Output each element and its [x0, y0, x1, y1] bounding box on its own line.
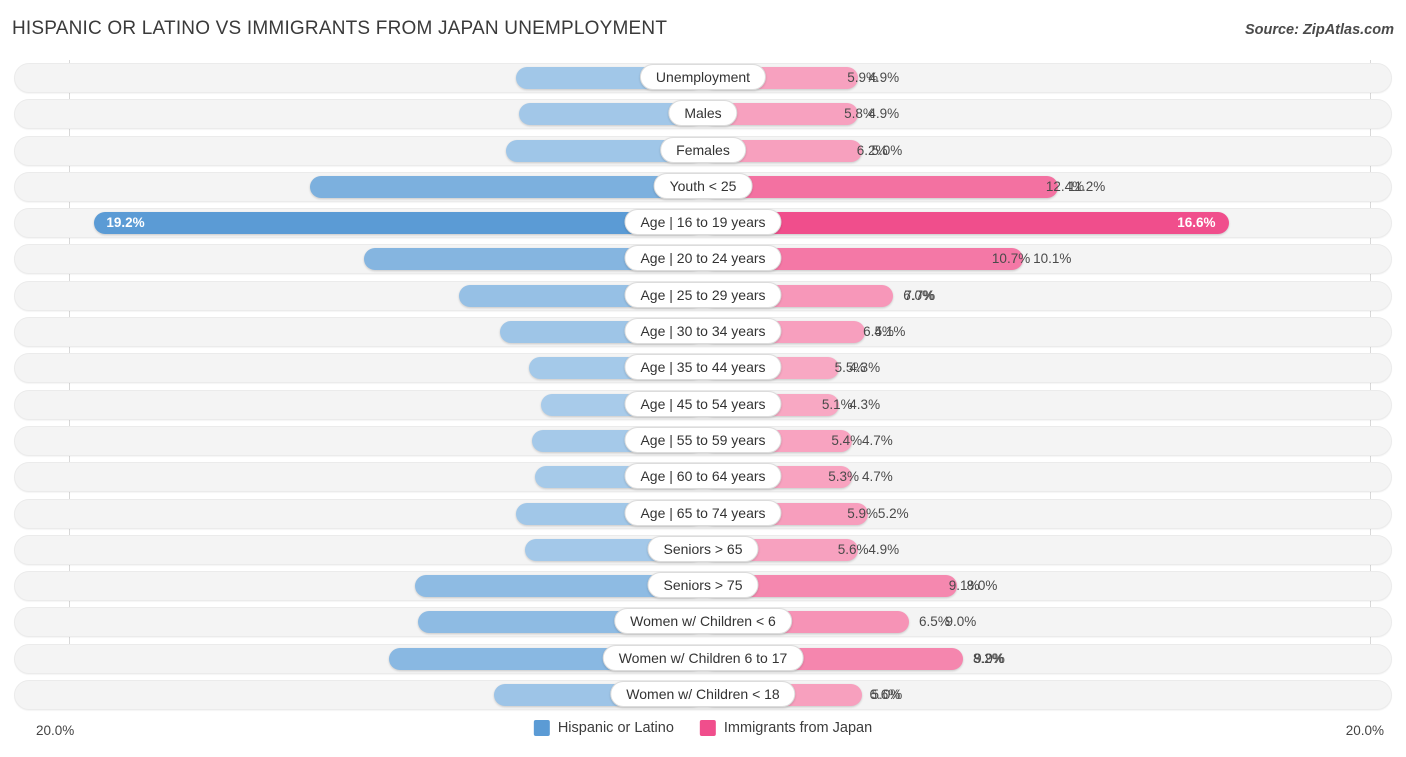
legend-swatch-icon-right	[700, 720, 716, 736]
bar-immigrants-from-japan[interactable]	[703, 212, 1229, 234]
bar-value-left: 10.7%	[992, 250, 1030, 268]
bar-value-left: 9.0%	[946, 613, 977, 631]
bar-value-right: 6.5%	[919, 613, 950, 631]
bar-immigrants-from-japan[interactable]	[703, 176, 1058, 198]
bar-value-right: 4.3%	[849, 359, 880, 377]
bar-value-right: 10.1%	[1033, 250, 1071, 268]
bar-value-left: 5.4%	[831, 432, 862, 450]
row-label: Youth < 25	[654, 173, 753, 199]
bar-hispanic-or-latino[interactable]	[94, 212, 703, 234]
chart-row: 5.9%4.9%Unemployment	[0, 60, 1406, 96]
bar-value-right: 5.2%	[878, 505, 909, 523]
bar-value-left: 19.2%	[106, 214, 144, 232]
bar-value-right: 16.6%	[1177, 214, 1215, 232]
row-label: Seniors > 65	[648, 536, 759, 562]
chart-plot-area: 5.9%4.9%Unemployment5.8%4.9%Males6.2%5.0…	[0, 60, 1406, 718]
chart-rows: 5.9%4.9%Unemployment5.8%4.9%Males6.2%5.0…	[0, 60, 1406, 713]
chart-row: 7.7%6.0%Age | 25 to 29 years	[0, 278, 1406, 314]
bar-value-left: 5.3%	[828, 468, 859, 486]
legend-label-left: Hispanic or Latino	[558, 720, 674, 736]
chart-row: 5.4%4.7% Age | 55 to 59 years	[0, 423, 1406, 459]
bar-value-right: 5.1%	[875, 323, 906, 341]
row-label: Women w/ Children 6 to 17	[603, 645, 804, 671]
chart-row: 5.5%4.3%Age | 35 to 44 years	[0, 350, 1406, 386]
page-title: HISPANIC OR LATINO VS IMMIGRANTS FROM JA…	[12, 18, 667, 40]
chart-row: 5.1%4.3% Age | 45 to 54 years	[0, 387, 1406, 423]
row-label: Age | 65 to 74 years	[624, 500, 781, 526]
chart-page: HISPANIC OR LATINO VS IMMIGRANTS FROM JA…	[0, 0, 1406, 757]
row-label: Age | 55 to 59 years	[624, 427, 781, 453]
bar-value-right: 8.0%	[967, 577, 998, 595]
row-label: Males	[668, 100, 737, 126]
bar-value-right: 5.0%	[872, 142, 903, 160]
legend-item-hispanic-or-latino[interactable]: Hispanic or Latino	[534, 720, 674, 736]
chart-footer: 20.0% 20.0% Hispanic or Latino Immigrant…	[0, 717, 1406, 751]
bar-value-right: 5.0%	[872, 686, 903, 704]
chart-row: 9.9%8.2%Women w/ Children 6 to 17	[0, 641, 1406, 677]
row-label: Age | 16 to 19 years	[624, 209, 781, 235]
chart-legend: Hispanic or Latino Immigrants from Japan	[534, 720, 872, 736]
bar-value-right: 4.9%	[868, 105, 899, 123]
chart-row: 5.3%4.7% Age | 60 to 64 years	[0, 459, 1406, 495]
bar-value-left: 5.9%	[847, 505, 878, 523]
row-label: Age | 60 to 64 years	[624, 463, 781, 489]
bar-value-left: 5.1%	[822, 396, 853, 414]
bar-hispanic-or-latino[interactable]	[310, 176, 703, 198]
bar-value-right: 8.2%	[973, 650, 1004, 668]
chart-row: 5.6%4.9% Seniors > 65	[0, 532, 1406, 568]
row-label: Age | 20 to 24 years	[624, 245, 781, 271]
bar-value-right: 4.3%	[849, 396, 880, 414]
chart-row: 10.7%10.1% Age | 20 to 24 years	[0, 241, 1406, 277]
axis-max-right: 20.0%	[1346, 723, 1384, 738]
chart-row: 9.1%8.0%Seniors > 75	[0, 568, 1406, 604]
bar-value-left: 5.6%	[838, 541, 869, 559]
bar-value-right: 4.7%	[862, 468, 893, 486]
bar-value-right: 11.2%	[1068, 178, 1105, 196]
source-attribution: Source: ZipAtlas.com	[1245, 22, 1394, 38]
legend-label-right: Immigrants from Japan	[724, 720, 872, 736]
chart-row: 5.9%5.2% Age | 65 to 74 years	[0, 496, 1406, 532]
bar-value-right: 4.7%	[862, 432, 893, 450]
axis-max-left: 20.0%	[36, 723, 74, 738]
chart-row: 5.8%4.9%Males	[0, 96, 1406, 132]
chart-row: 12.4%11.2%Youth < 25	[0, 169, 1406, 205]
row-label: Seniors > 75	[648, 572, 759, 598]
row-label: Women w/ Children < 6	[614, 608, 792, 634]
row-label: Age | 30 to 34 years	[624, 318, 781, 344]
chart-row: 6.4%5.1%Age | 30 to 34 years	[0, 314, 1406, 350]
chart-row: 9.0%6.5% Women w/ Children < 6	[0, 604, 1406, 640]
legend-item-immigrants-from-japan[interactable]: Immigrants from Japan	[700, 720, 872, 736]
chart-row: 6.6%5.0%Women w/ Children < 18	[0, 677, 1406, 713]
row-label: Age | 45 to 54 years	[624, 391, 781, 417]
row-label: Age | 35 to 44 years	[624, 354, 781, 380]
row-label: Age | 25 to 29 years	[624, 282, 781, 308]
legend-swatch-icon-left	[534, 720, 550, 736]
chart-row: 6.2%5.0%Females	[0, 133, 1406, 169]
row-label: Women w/ Children < 18	[610, 681, 795, 707]
row-label: Females	[660, 137, 746, 163]
chart-row: 19.2% 16.6% Age | 16 to 19 years	[0, 205, 1406, 241]
bar-value-right: 6.0%	[903, 287, 934, 305]
bar-value-right: 4.9%	[868, 69, 899, 87]
row-label: Unemployment	[640, 64, 766, 90]
bar-value-right: 4.9%	[868, 541, 899, 559]
